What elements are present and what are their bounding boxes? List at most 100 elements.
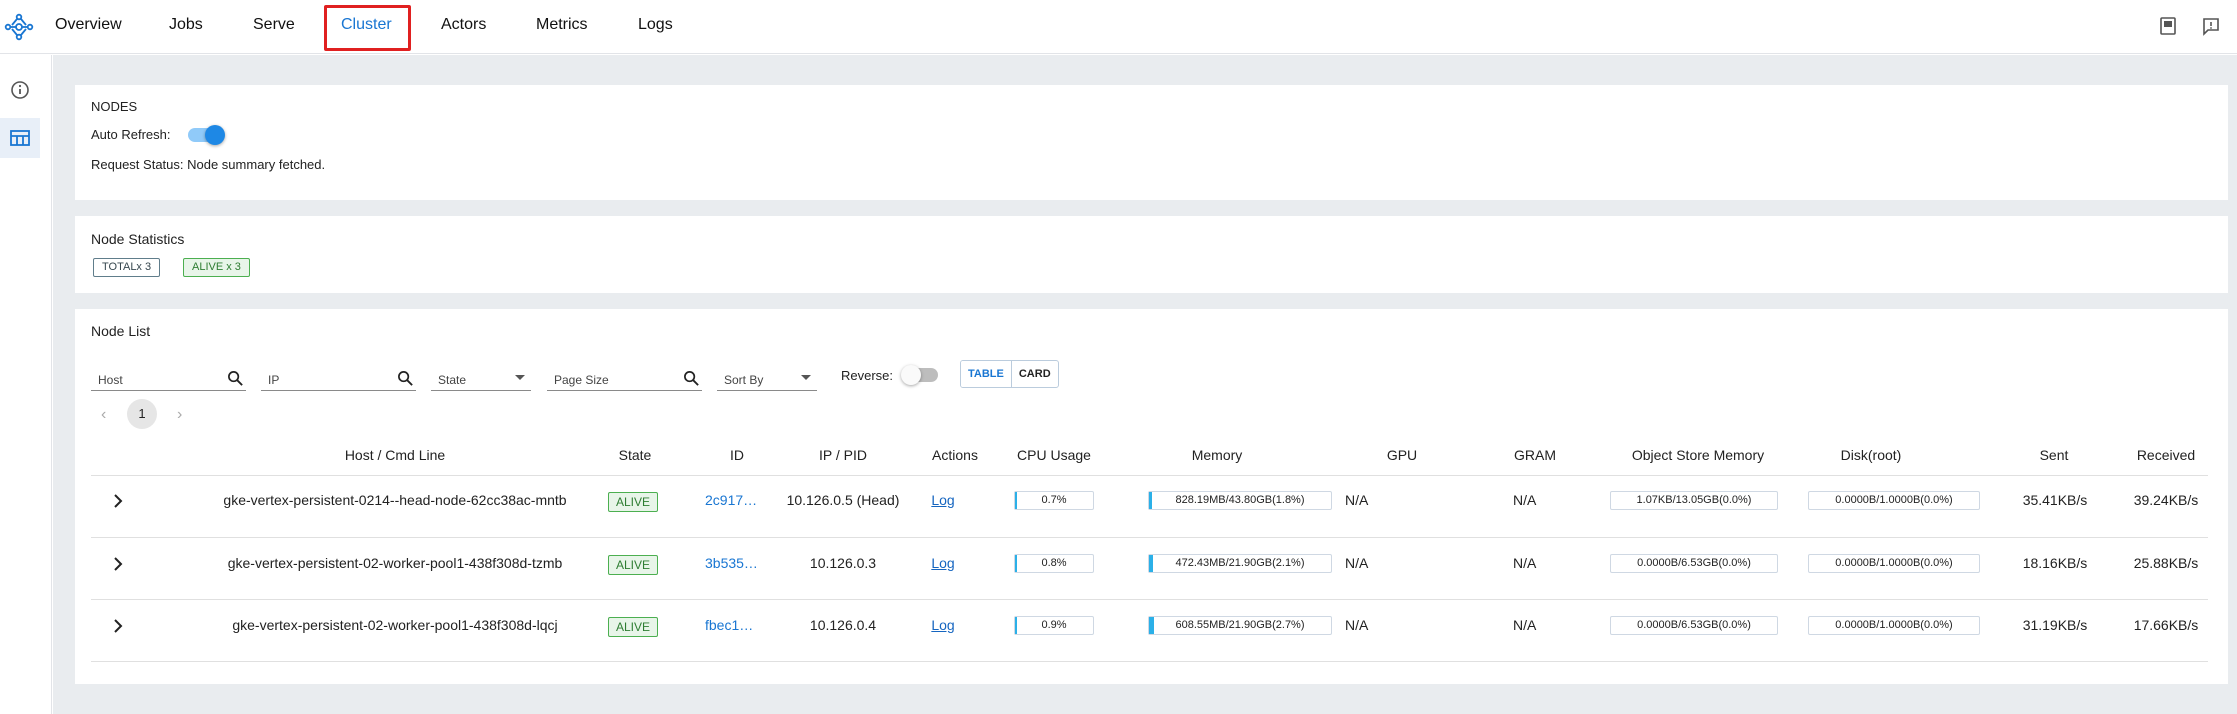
object-store-text: 0.0000B/6.53GB(0.0%) — [1637, 619, 1751, 631]
info-icon — [11, 81, 29, 99]
nav-metrics[interactable]: Metrics — [536, 0, 588, 54]
host-filter-placeholder: Host — [98, 373, 123, 387]
cpu-usage-text: 0.8% — [1041, 557, 1067, 569]
sent-cell: 18.16KB/s — [2022, 555, 2088, 571]
column-header-ip-pid[interactable]: IP / PID — [773, 447, 913, 463]
nav-actors[interactable]: Actors — [441, 0, 486, 54]
info-button[interactable] — [0, 70, 40, 110]
column-header-gpu[interactable]: GPU — [1372, 447, 1432, 463]
sent-cell: 31.19KB/s — [2022, 617, 2088, 633]
object-store-bar: 0.0000B/6.53GB(0.0%) — [1610, 616, 1778, 635]
total-nodes-tag: TOTALx 3 — [93, 258, 161, 277]
nav-cluster[interactable]: Cluster — [341, 0, 392, 54]
sent-cell: 35.41KB/s — [2022, 492, 2088, 508]
cpu-usage-text: 0.9% — [1041, 619, 1067, 631]
chevron-right-icon[interactable] — [108, 616, 128, 636]
reverse-toggle[interactable] — [901, 365, 941, 385]
disk-usage-bar: 0.0000B/1.0000B(0.0%) — [1808, 616, 1980, 635]
state-filter-select[interactable]: State — [431, 363, 531, 391]
search-icon — [398, 371, 413, 386]
column-header-memory[interactable]: Memory — [1167, 447, 1267, 463]
table-view-icon — [10, 130, 30, 146]
nodes-panel: NODES Auto Refresh: Request Status: Node… — [75, 85, 2228, 200]
memory-usage-bar: 472.43MB/21.90GB(2.1%) — [1148, 554, 1332, 573]
page-size-input[interactable]: Page Size — [547, 363, 702, 391]
column-header-id[interactable]: ID — [707, 447, 767, 463]
node-id-link[interactable]: 3b535… — [693, 555, 773, 571]
log-link[interactable]: Log — [918, 617, 968, 633]
dropdown-caret-icon — [801, 375, 811, 380]
column-header-actions[interactable]: Actions — [920, 447, 990, 463]
ip-cell: 10.126.0.5 (Head) — [786, 492, 900, 508]
row-divider — [91, 599, 2208, 600]
next-page-button[interactable]: › — [177, 406, 182, 424]
log-link[interactable]: Log — [918, 555, 968, 571]
ray-logo-icon[interactable] — [4, 12, 34, 42]
cpu-usage-text: 0.7% — [1041, 494, 1067, 506]
table-view-button[interactable] — [0, 118, 40, 158]
ip-cell: 10.126.0.3 — [809, 555, 877, 571]
node-statistics-panel: Node Statistics TOTALx 3 ALIVE x 3 — [75, 216, 2228, 293]
reverse-label: Reverse: — [841, 368, 894, 383]
chevron-right-icon[interactable] — [108, 491, 128, 511]
chevron-right-icon[interactable] — [108, 554, 128, 574]
node-id-link[interactable]: 2c917… — [693, 492, 773, 508]
alive-nodes-tag: ALIVE x 3 — [183, 258, 250, 277]
memory-usage-text: 608.55MB/21.90GB(2.7%) — [1175, 619, 1305, 631]
state-badge: ALIVE — [608, 555, 659, 575]
auto-refresh-toggle[interactable] — [185, 125, 225, 145]
top-nav-bar: Overview Jobs Serve Cluster Actors Metri… — [0, 0, 2237, 54]
log-link[interactable]: Log — [918, 492, 968, 508]
object-store-text: 0.0000B/6.53GB(0.0%) — [1637, 557, 1751, 569]
ip-filter-placeholder: IP — [268, 373, 280, 387]
feedback-icon[interactable] — [2201, 16, 2221, 36]
header-divider — [91, 475, 2208, 476]
state-badge: ALIVE — [608, 617, 659, 637]
gram-cell: N/A — [1513, 555, 1537, 571]
column-header-sent[interactable]: Sent — [2014, 447, 2094, 463]
view-mode-toggle: TABLE CARD — [960, 360, 1059, 388]
card-view-button[interactable]: CARD — [1012, 361, 1058, 387]
disk-usage-bar: 0.0000B/1.0000B(0.0%) — [1808, 491, 1980, 510]
page-number[interactable]: 1 — [127, 399, 157, 429]
node-list-panel: Node List Host IP State Page Size Sort B… — [75, 309, 2228, 684]
auto-refresh-label: Auto Refresh: — [91, 127, 171, 142]
gpu-cell: N/A — [1345, 492, 1369, 508]
disk-usage-bar: 0.0000B/1.0000B(0.0%) — [1808, 554, 1980, 573]
column-header-state[interactable]: State — [575, 447, 695, 463]
ip-filter-input[interactable]: IP — [261, 363, 416, 391]
nav-jobs[interactable]: Jobs — [169, 0, 203, 54]
nav-serve[interactable]: Serve — [253, 0, 295, 54]
disk-usage-text: 0.0000B/1.0000B(0.0%) — [1835, 557, 1953, 569]
received-cell: 17.66KB/s — [2133, 617, 2199, 633]
docs-icon[interactable] — [2158, 16, 2178, 36]
nav-logs[interactable]: Logs — [638, 0, 673, 54]
gpu-cell: N/A — [1345, 555, 1369, 571]
object-store-bar: 0.0000B/6.53GB(0.0%) — [1610, 554, 1778, 573]
gram-cell: N/A — [1513, 617, 1537, 633]
request-status: Request Status: Node summary fetched. — [91, 157, 326, 172]
node-id-link[interactable]: fbec1… — [693, 617, 773, 633]
disk-usage-text: 0.0000B/1.0000B(0.0%) — [1835, 619, 1953, 631]
column-header-disk[interactable]: Disk(root) — [1811, 447, 1931, 463]
host-cell: gke-vertex-persistent-02-worker-pool1-43… — [227, 555, 563, 571]
object-store-bar: 1.07KB/13.05GB(0.0%) — [1610, 491, 1778, 510]
main-content: NODES Auto Refresh: Request Status: Node… — [53, 55, 2237, 714]
host-cell: gke-vertex-persistent-02-worker-pool1-43… — [232, 617, 558, 633]
state-filter-placeholder: State — [438, 373, 467, 387]
column-header-received[interactable]: Received — [2116, 447, 2216, 463]
column-header-object-store[interactable]: Object Store Memory — [1613, 447, 1783, 463]
page-size-placeholder: Page Size — [554, 373, 609, 387]
column-header-gram[interactable]: GRAM — [1500, 447, 1570, 463]
prev-page-button[interactable]: ‹ — [101, 406, 106, 424]
sort-by-select[interactable]: Sort By — [717, 363, 817, 391]
host-filter-input[interactable]: Host — [91, 363, 246, 391]
column-header-host[interactable]: Host / Cmd Line — [265, 447, 525, 463]
memory-usage-bar: 828.19MB/43.80GB(1.8%) — [1148, 491, 1332, 510]
search-icon — [684, 371, 699, 386]
sidebar — [0, 55, 52, 714]
gram-cell: N/A — [1513, 492, 1537, 508]
nav-overview[interactable]: Overview — [55, 0, 122, 54]
column-header-cpu[interactable]: CPU Usage — [1004, 447, 1104, 463]
table-view-button[interactable]: TABLE — [961, 361, 1012, 387]
